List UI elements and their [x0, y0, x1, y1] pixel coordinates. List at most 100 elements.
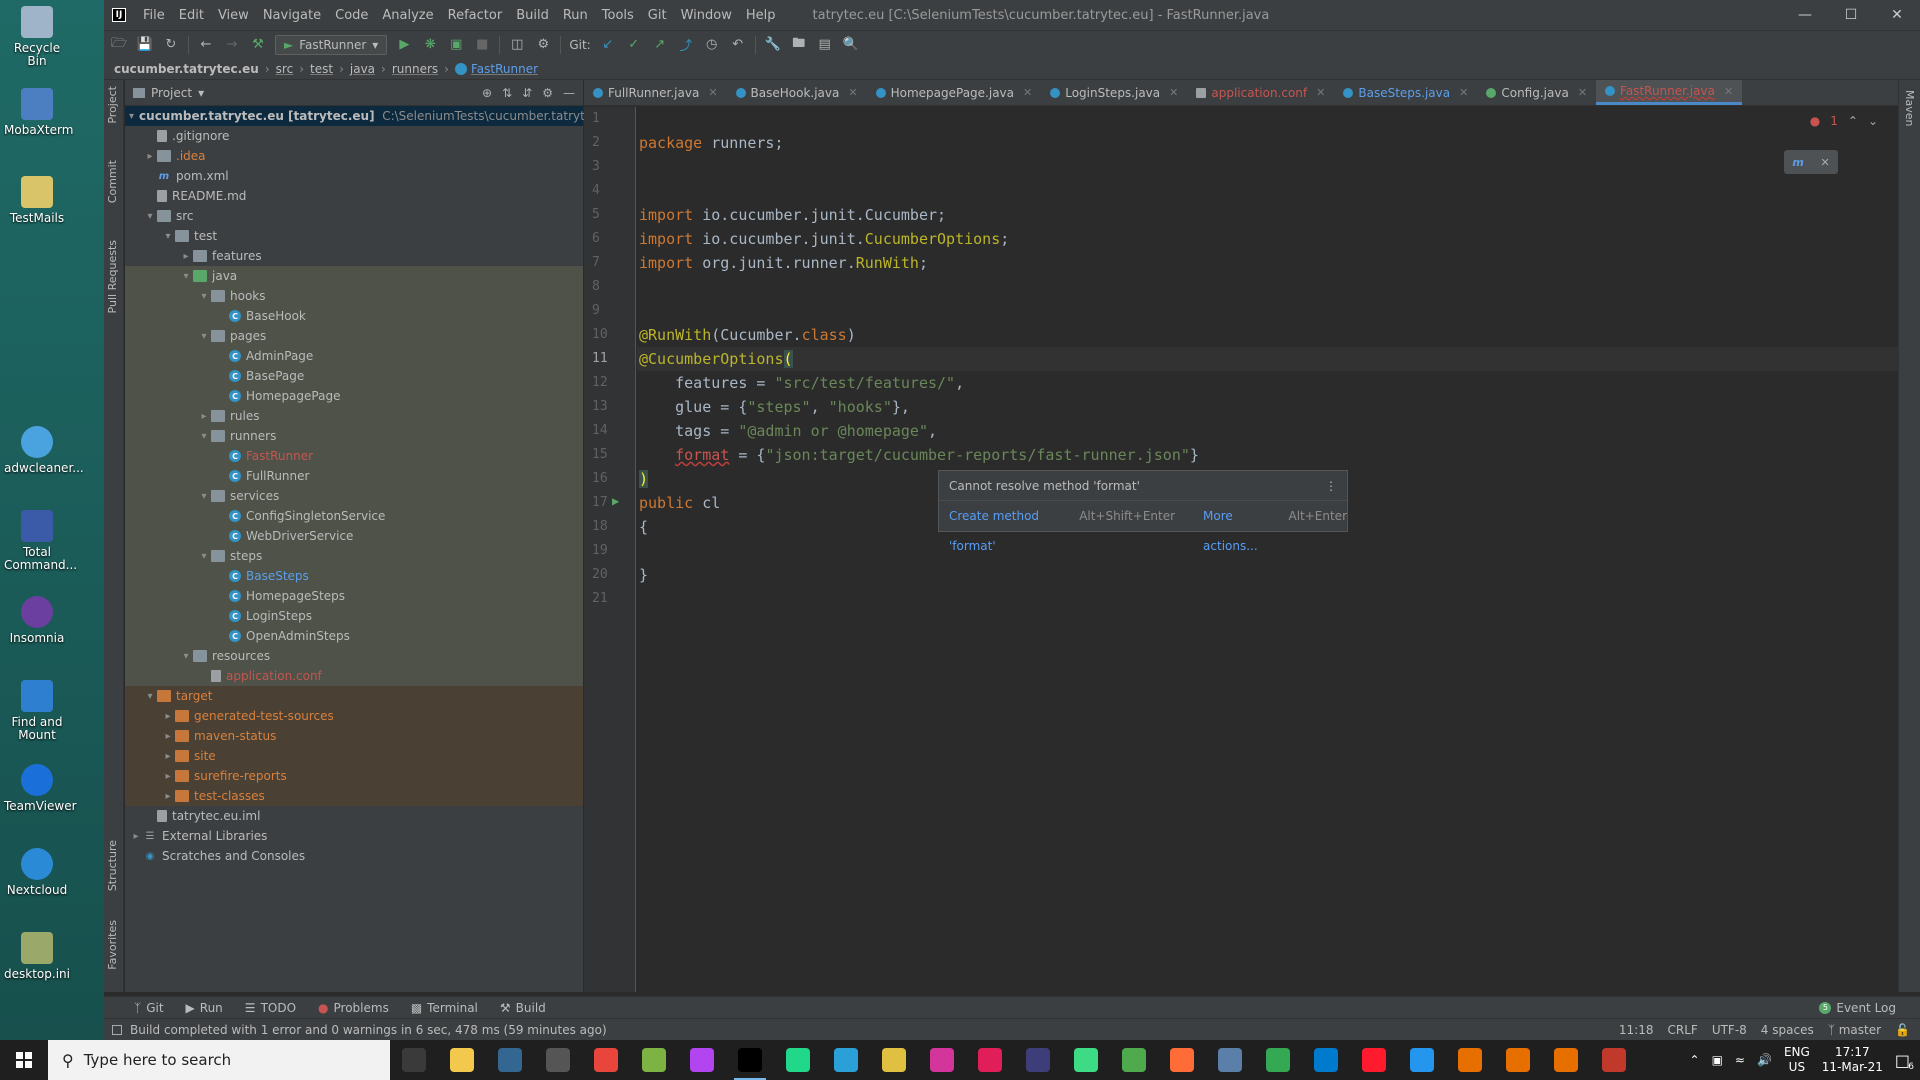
tab-fastrunner[interactable]: FastRunner.java ✕ — [1596, 80, 1743, 105]
tree-item-fastrunner[interactable]: C FastRunner — [125, 446, 583, 466]
desktop-icon-insomnia[interactable]: Insomnia — [4, 596, 70, 645]
close-icon[interactable]: ✕ — [1023, 86, 1032, 99]
taskbar-app-task-view[interactable] — [390, 1040, 438, 1080]
tab-structure[interactable]: Structure — [106, 840, 119, 891]
code-area[interactable]: package runners; import io.cucumber.juni… — [637, 107, 1898, 992]
start-button[interactable] — [0, 1040, 48, 1080]
tree-item-idea[interactable]: ▸ .idea — [125, 146, 583, 166]
forward-icon[interactable]: → — [223, 36, 241, 54]
tree-item-rules[interactable]: ▸ rules — [125, 406, 583, 426]
close-icon[interactable]: ✕ — [848, 86, 857, 99]
desktop-icon-recycle-bin[interactable]: Recycle Bin — [4, 6, 70, 68]
menu-run[interactable]: Run — [556, 8, 595, 23]
inspection-indicator[interactable]: ● 1 ⌃ ⌄ — [1810, 114, 1878, 128]
tree-item-target[interactable]: ▾ target — [125, 686, 583, 706]
tool-run[interactable]: ▶ Run — [186, 1001, 223, 1015]
taskbar-app-java-app-3[interactable] — [1542, 1040, 1590, 1080]
breadcrumb-fastrunner[interactable]: FastRunner — [471, 62, 538, 76]
menu-file[interactable]: File — [136, 8, 172, 23]
tree-item-pom[interactable]: m pom.xml — [125, 166, 583, 186]
taskbar-app-postgres[interactable] — [486, 1040, 534, 1080]
volume-icon[interactable]: 🔊 — [1757, 1053, 1772, 1067]
project-view-select[interactable]: Project ▾ — [133, 86, 204, 100]
taskbar-app-pycharm[interactable] — [774, 1040, 822, 1080]
tree-item-basehook[interactable]: C BaseHook — [125, 306, 583, 326]
sync-icon[interactable]: ↻ — [162, 36, 180, 54]
desktop-icon-testmails[interactable]: TestMails — [4, 176, 70, 225]
git-branch-icon[interactable]: ⤴ — [677, 36, 695, 54]
tree-item-openadminsteps[interactable]: C OpenAdminSteps — [125, 626, 583, 646]
debug-icon[interactable]: ❋ — [421, 36, 439, 54]
back-icon[interactable]: ← — [197, 36, 215, 54]
breadcrumb-runners[interactable]: runners — [392, 62, 438, 76]
breadcrumb-java[interactable]: java — [350, 62, 375, 76]
profiler-icon[interactable]: ⚙ — [534, 36, 552, 54]
wifi-icon[interactable]: ≈ — [1735, 1053, 1745, 1067]
tab-application-conf[interactable]: application.conf ✕ — [1187, 80, 1334, 105]
lock-icon[interactable]: 🔓 — [1895, 1023, 1910, 1037]
build-status-message[interactable]: Build completed with 1 error and 0 warni… — [130, 1023, 607, 1037]
taskbar-app-slack[interactable] — [966, 1040, 1014, 1080]
build-hammer-icon[interactable]: ⚒ — [249, 36, 267, 54]
hide-panel-icon[interactable]: — — [563, 86, 575, 100]
taskbar-app-editor[interactable] — [822, 1040, 870, 1080]
desktop-icon-desktop-ini[interactable]: desktop.ini — [4, 932, 70, 981]
taskbar-app-app-magenta[interactable] — [918, 1040, 966, 1080]
run-gutter-icon[interactable]: ▶ — [612, 494, 619, 508]
tree-item-basepage[interactable]: C BasePage — [125, 366, 583, 386]
tool-event-log[interactable]: 5 Event Log — [1819, 1001, 1896, 1015]
desktop-icon-mobaxterm[interactable]: MobaXterm — [4, 88, 73, 137]
language-indicator[interactable]: ENG US — [1784, 1045, 1810, 1075]
run-configuration-select[interactable]: ► FastRunner ▾ — [275, 34, 388, 55]
line-separator[interactable]: CRLF — [1668, 1023, 1698, 1037]
taskbar-app-mongodb[interactable] — [1110, 1040, 1158, 1080]
tree-item-test-classes[interactable]: ▸ test-classes — [125, 786, 583, 806]
git-push-icon[interactable]: ↗ — [651, 36, 669, 54]
tree-item-pages[interactable]: ▾ pages — [125, 326, 583, 346]
desktop-icon-find-and-mount[interactable]: Find and Mount — [4, 680, 70, 742]
tree-item-runners[interactable]: ▾ runners — [125, 426, 583, 446]
tab-favorites[interactable]: Favorites — [106, 920, 119, 970]
taskbar-app-screen-tool[interactable] — [1590, 1040, 1638, 1080]
menu-git[interactable]: Git — [641, 8, 674, 23]
tab-basehook[interactable]: BaseHook.java ✕ — [727, 80, 867, 105]
taskbar-app-android-studio[interactable] — [1062, 1040, 1110, 1080]
git-commit-icon[interactable]: ✓ — [625, 36, 643, 54]
taskbar-app-chrome[interactable] — [582, 1040, 630, 1080]
menu-tools[interactable]: Tools — [595, 8, 641, 23]
coverage-icon[interactable]: ▣ — [447, 36, 465, 54]
run-icon[interactable]: ▶ — [395, 36, 413, 54]
tool-terminal[interactable]: ▩ Terminal — [411, 1001, 478, 1015]
tree-item-external-libraries[interactable]: ▸ ☰ External Libraries — [125, 826, 583, 846]
tree-item-project-root[interactable]: ▾ cucumber.tatrytec.eu [tatrytec.eu] C:\S… — [125, 106, 618, 126]
chevron-up-icon[interactable]: ⌃ — [1848, 114, 1858, 128]
menu-view[interactable]: View — [211, 8, 256, 23]
menu-help[interactable]: Help — [739, 8, 783, 23]
minimize-icon[interactable]: — — [1782, 7, 1828, 23]
chevron-down-icon[interactable]: ⌄ — [1868, 114, 1878, 128]
create-method-link[interactable]: Create method 'format' — [949, 501, 1069, 553]
tab-maven[interactable]: Maven — [1903, 90, 1916, 126]
tree-item-test[interactable]: ▾ test — [125, 226, 583, 246]
git-rollback-icon[interactable]: ↶ — [729, 36, 747, 54]
tab-homepagepage[interactable]: HomepagePage.java ✕ — [867, 80, 1042, 105]
tree-item-webdriverservice[interactable]: C WebDriverService — [125, 526, 583, 546]
menu-window[interactable]: Window — [674, 8, 739, 23]
taskbar-app-notepad[interactable] — [630, 1040, 678, 1080]
close-icon[interactable]: ✕ — [1169, 86, 1178, 99]
taskbar-app-intellij[interactable] — [726, 1040, 774, 1080]
close-icon[interactable]: ✕ — [708, 86, 717, 99]
desktop-icon-nextcloud[interactable]: Nextcloud — [4, 848, 70, 897]
menu-refactor[interactable]: Refactor — [441, 8, 510, 23]
maven-reload-badge[interactable]: m ✕ — [1784, 150, 1838, 174]
caret-position[interactable]: 11:18 — [1619, 1023, 1654, 1037]
clock[interactable]: 17:17 11-Mar-21 — [1822, 1045, 1883, 1075]
tab-loginsteps[interactable]: LoginSteps.java ✕ — [1041, 80, 1187, 105]
git-branch-widget[interactable]: ᛉ master — [1828, 1023, 1881, 1037]
tree-item-application-conf[interactable]: application.conf — [125, 666, 583, 686]
breadcrumb-test[interactable]: test — [310, 62, 333, 76]
tab-commit[interactable]: Commit — [106, 160, 119, 203]
maven-reload-icon[interactable]: m — [1792, 156, 1803, 169]
git-update-icon[interactable]: ↙ — [599, 36, 617, 54]
git-history-icon[interactable]: ◷ — [703, 36, 721, 54]
